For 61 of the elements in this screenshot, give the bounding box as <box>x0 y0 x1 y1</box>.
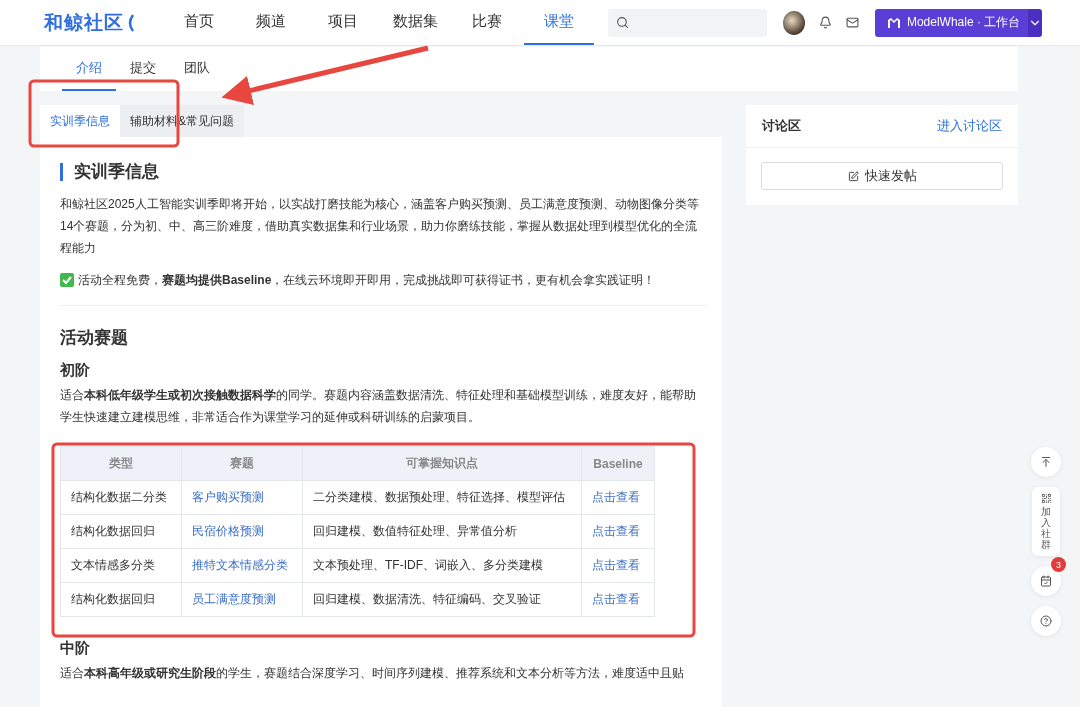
check-icon <box>60 273 74 287</box>
table-cell: 文本预处理、TF-IDF、词嵌入、多分类建模 <box>302 548 582 583</box>
baseline-link[interactable]: 点击查看 <box>581 514 655 549</box>
table-cell: 二分类建模、数据预处理、特征选择、模型评估 <box>302 480 582 515</box>
baseline-link[interactable]: 点击查看 <box>581 582 655 617</box>
nav-tab[interactable]: 数据集 <box>380 0 450 45</box>
calendar-check-icon <box>1040 575 1052 587</box>
column-header: 可掌握知识点 <box>302 446 582 481</box>
quick-post-button[interactable]: 快速发帖 <box>761 162 1003 190</box>
search-icon <box>616 16 629 29</box>
nav-tab[interactable]: 项目 <box>308 0 378 45</box>
column-header: 赛题 <box>181 446 303 481</box>
qr-code-icon <box>1040 493 1052 504</box>
notice-text: 活动全程免费，赛题均提供Baseline，在线云环境即开即用，完成挑战即可获得证书，更有机会拿实践证明！ <box>78 272 656 289</box>
nav-tab[interactable]: 比赛 <box>452 0 522 45</box>
workbench-button[interactable]: ModelWhale · 工作台 <box>874 8 1029 37</box>
section-title: 实训季信息 <box>60 163 706 181</box>
level-heading: 初阶 <box>60 361 91 380</box>
sub-tab[interactable]: 实训季信息 <box>40 105 120 137</box>
nav-tab[interactable]: 首页 <box>164 0 234 45</box>
join-community-button[interactable]: 加入社群 <box>1032 487 1060 556</box>
topic-link[interactable]: 客户购买预测 <box>181 480 303 515</box>
page-tab[interactable]: 介绍 <box>62 47 116 91</box>
page-tab[interactable]: 团队 <box>170 47 224 91</box>
intro-paragraph: 和鲸社区2025人工智能实训季即将开始，以实战打磨技能为核心，涵盖客户购买预测、员工满意度预测、动物图像分类等14个赛题，分为初、中、高三阶难度，借助真实数据集和行业场景，助力你磨练技能，掌握从数据处理到模型优化的全流程能力 <box>60 196 700 257</box>
help-icon <box>1040 615 1052 627</box>
level-description: 适合本科高年级或研究生阶段的学生，赛题结合深度学习、时间序列建模、推荐系统和文本分析等方法，难度适中且贴 <box>60 665 685 682</box>
sub-tab[interactable]: 辅助材料&常见问题 <box>120 105 244 137</box>
table-cell: 文本情感多分类 <box>60 548 182 583</box>
logo[interactable]: 和鲸社区 <box>44 9 134 36</box>
topic-link[interactable]: 员工满意度预测 <box>181 582 303 617</box>
table-cell: 回归建模、数值特征处理、异常值分析 <box>302 514 582 549</box>
column-header: Baseline <box>581 446 655 481</box>
level-heading: 中阶 <box>60 639 91 658</box>
section-heading: 活动赛题 <box>60 327 129 349</box>
whale-logo-icon <box>886 16 901 29</box>
topic-link[interactable]: 民宿价格预测 <box>181 514 303 549</box>
bell-icon[interactable] <box>818 16 832 29</box>
help-button[interactable] <box>1031 606 1061 636</box>
table-cell: 回归建模、数据清洗、特征编码、交叉验证 <box>302 582 582 617</box>
table-cell: 结构化数据二分类 <box>60 480 182 515</box>
edit-icon <box>847 170 859 182</box>
table-cell: 结构化数据回归 <box>60 514 182 549</box>
topic-link[interactable]: 推特文本情感分类 <box>181 548 303 583</box>
column-header: 类型 <box>60 446 182 481</box>
search-field[interactable] <box>608 8 767 37</box>
baseline-link[interactable]: 点击查看 <box>581 480 655 515</box>
page-tab[interactable]: 提交 <box>116 47 170 91</box>
level-description: 适合本科低年级学生或初次接触数据科学的同学。赛题内容涵盖数据清洗、特征处理和基础模型训练，难度友好，能帮助学生快速建立建模思维，非常适合作为课堂学习的延伸或科研训练的启蒙项目。 <box>60 387 697 426</box>
enter-discussion-link[interactable]: 进入讨论区 <box>937 117 1002 135</box>
nav-tab[interactable]: 频道 <box>236 0 306 45</box>
user-avatar[interactable] <box>782 10 805 35</box>
arrow-up-icon <box>1040 456 1052 468</box>
panel-title: 讨论区 <box>762 117 801 135</box>
notification-badge: 3 <box>1051 557 1066 572</box>
table-cell: 结构化数据回归 <box>60 582 182 617</box>
baseline-link[interactable]: 点击查看 <box>581 548 655 583</box>
dropdown-button[interactable] <box>1028 8 1042 37</box>
nav-tab[interactable]: 课堂 <box>524 0 594 45</box>
mail-icon[interactable] <box>845 16 859 29</box>
calendar-check-button[interactable] <box>1031 566 1061 596</box>
